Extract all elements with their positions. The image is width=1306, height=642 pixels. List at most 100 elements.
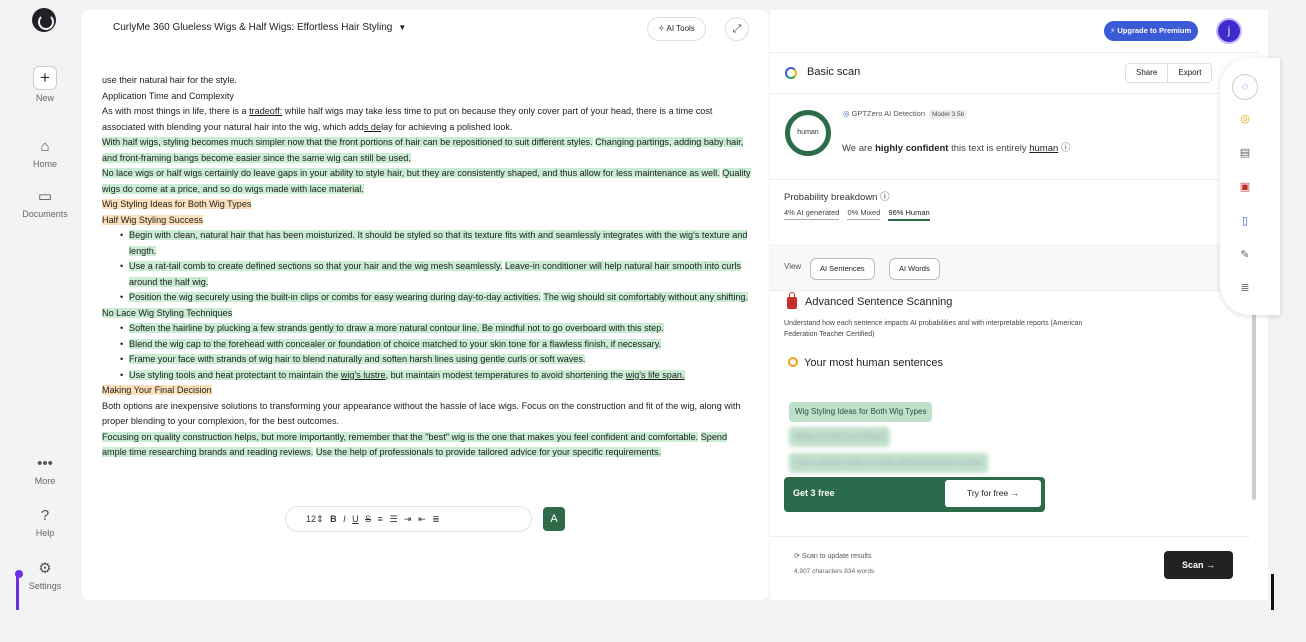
documents-nav-item[interactable]: ▭ Documents	[0, 188, 90, 219]
share-button[interactable]: Share	[1126, 64, 1167, 82]
align-icon[interactable]: ≣	[432, 514, 440, 524]
doc-heading: Half Wig Styling Success	[102, 213, 752, 229]
probability-breakdown: Probability breakdown ⓘ 4% AI generated 0…	[770, 181, 1220, 246]
human-highlight: The wig should sit comfortably without a…	[543, 292, 749, 302]
doc-paragraph: Focusing on quality construction helps, …	[102, 430, 752, 461]
human-highlight: wig's life span.	[625, 369, 685, 380]
document-title-dropdown[interactable]: CurlyMe 360 Glueless Wigs & Half Wigs: E…	[113, 22, 406, 33]
share-export-group: Share Export	[1125, 63, 1213, 83]
doc-heading: Wig Styling Ideas for Both Wig Types	[102, 197, 752, 213]
doc-heading: No Lace Wig Styling Techniques	[102, 306, 752, 322]
text-style-icon[interactable]: A	[543, 507, 565, 531]
human-highlight: Begin with clean, natural hair that has …	[129, 230, 748, 256]
human-highlight: Use a rat-tail comb to create defined se…	[129, 261, 503, 271]
document-title: CurlyMe 360 Glueless Wigs & Half Wigs: E…	[113, 22, 393, 33]
outdent-icon[interactable]: ⇤	[418, 514, 426, 524]
human-highlight: No Lace Wig Styling Techniques	[102, 307, 233, 318]
info-icon[interactable]: ⓘ	[877, 192, 890, 203]
cursor-marker-right	[1271, 574, 1274, 610]
scan-header: Basic scan Share Export	[770, 54, 1260, 94]
ai-words-button[interactable]: AI Words	[889, 258, 940, 280]
probability-values: 4% AI generated 0% Mixed 96% Human	[784, 208, 938, 221]
underline-icon[interactable]: U	[352, 514, 359, 524]
avatar[interactable]: j	[1216, 18, 1242, 44]
ai-sentences-button[interactable]: AI Sentences	[810, 258, 875, 280]
indent-icon[interactable]: ⇥	[404, 514, 412, 524]
font-size-select[interactable]: 12	[306, 514, 316, 524]
get-free-text: Get 3 free	[793, 488, 835, 498]
list-item: Use a rat-tail comb to create defined se…	[102, 259, 752, 290]
italic-icon[interactable]: I	[343, 514, 346, 524]
list-item: Use styling tools and heat protectant to…	[102, 368, 752, 384]
info-icon[interactable]: ⓘ	[1061, 143, 1071, 154]
human-score-ring: human	[785, 110, 831, 156]
probability-heading: Probability breakdown ⓘ	[784, 189, 890, 203]
sentence-chip[interactable]: Wig Styling Ideas for Both Wig Types	[789, 402, 933, 422]
help-nav-item[interactable]: ? Help	[0, 507, 90, 538]
cursor-marker-left	[15, 570, 23, 610]
scan-button[interactable]: Scan →	[1164, 551, 1233, 579]
human-highlight: No lace wigs or half wigs certainly do l…	[102, 168, 720, 178]
strikethrough-icon[interactable]: S	[365, 514, 371, 524]
compare-tool-icon[interactable]: ▤	[1235, 143, 1255, 163]
top-bar: ⚡ Upgrade to Premium j	[770, 10, 1260, 53]
human-highlight: , but maintain modest temperatures to av…	[385, 369, 626, 380]
human-highlight: Frame your face with strands of wig hair…	[129, 354, 586, 364]
text-span: tradeoff:	[249, 106, 283, 116]
upgrade-button[interactable]: ⚡ Upgrade to Premium	[1104, 21, 1199, 41]
sentence-icon	[788, 357, 798, 367]
panel-scrollbar[interactable]	[1252, 310, 1256, 500]
sentence-chip: Use a rat-tail comb to create defined se…	[789, 453, 988, 473]
text-span: We are	[842, 143, 876, 154]
human-highlight: Use styling tools and heat protectant to…	[129, 369, 341, 380]
settings-nav-item[interactable]: ⚙ Settings	[0, 560, 90, 591]
ordered-list-icon[interactable]: ≡	[378, 514, 383, 524]
most-human-text: Your most human sentences	[804, 357, 944, 369]
update-hint: ⟳ Scan to update results	[794, 552, 871, 560]
doc-heading: Application Time and Complexity	[102, 90, 234, 101]
human-highlight: Soften the hairline by plucking a few st…	[129, 323, 664, 333]
character-word-count: 4,907 characters 834 words	[794, 568, 875, 575]
advanced-scanning: Advanced Sentence Scanning Understand ho…	[770, 292, 1250, 537]
sources-tool-icon[interactable]: ◎	[1235, 109, 1255, 129]
bullet-list-icon[interactable]: ☰	[389, 514, 397, 524]
scan-title: Basic scan	[807, 66, 861, 78]
ai-tools-button[interactable]: ✧ AI Tools	[647, 17, 706, 41]
scan-panel: ⚡ Upgrade to Premium j Basic scan Share E…	[770, 10, 1268, 600]
doc-bullet-list: Soften the hairline by plucking a few st…	[102, 321, 752, 383]
mixed-highlight: Wig Styling Ideas for Both Wig Types	[102, 199, 252, 209]
document-tool-icon[interactable]: ▣	[1235, 177, 1255, 197]
folder-icon: ▭	[37, 188, 53, 205]
doc-paragraph: As with most things in life, there is a …	[102, 104, 752, 135]
document-editor: CurlyMe 360 Glueless Wigs & Half Wigs: E…	[82, 10, 769, 600]
doc-paragraph: Both options are inexpensive solutions t…	[102, 400, 741, 427]
plus-icon: +	[33, 66, 57, 90]
more-label: More	[34, 476, 56, 486]
gptzero-logo-icon[interactable]	[32, 8, 56, 32]
help-icon: ?	[40, 507, 50, 524]
new-button[interactable]: + New	[0, 66, 90, 103]
document-body[interactable]: use their natural hair for the style. Ap…	[102, 73, 752, 461]
settings-label: Settings	[28, 581, 62, 591]
edit-tool-icon[interactable]: ✎	[1235, 245, 1255, 265]
notes-tool-icon[interactable]: ≣	[1235, 278, 1255, 298]
export-button[interactable]: Export	[1167, 64, 1211, 82]
text-span: s de	[363, 121, 382, 132]
scan-result: human ◎ GPTZero AI Detection Model 3.5b W…	[770, 95, 1220, 180]
report-tool-icon[interactable]: ▯	[1235, 211, 1255, 231]
list-item: Soften the hairline by plucking a few st…	[102, 321, 752, 337]
home-nav-item[interactable]: ⌂ Home	[0, 138, 90, 169]
trial-banner: Get 3 free Try for free →	[784, 477, 1045, 512]
most-human-heading: Your most human sentences	[788, 357, 943, 369]
home-label: Home	[32, 159, 57, 169]
more-nav-item[interactable]: ••• More	[0, 455, 90, 486]
doc-line: use their natural hair for the style.	[102, 75, 237, 85]
bold-icon[interactable]: B	[330, 514, 337, 524]
try-for-free-button[interactable]: Try for free →	[945, 480, 1041, 507]
font-size-stepper-icon[interactable]: ⇕	[316, 514, 324, 524]
expand-icon[interactable]: ⤢	[725, 17, 749, 41]
scan-tool-icon[interactable]: ◌	[1232, 74, 1258, 100]
new-label: New	[35, 93, 54, 103]
update-hint-text: Scan to update results	[801, 553, 872, 560]
ai-probability: 4% AI generated	[784, 208, 840, 220]
